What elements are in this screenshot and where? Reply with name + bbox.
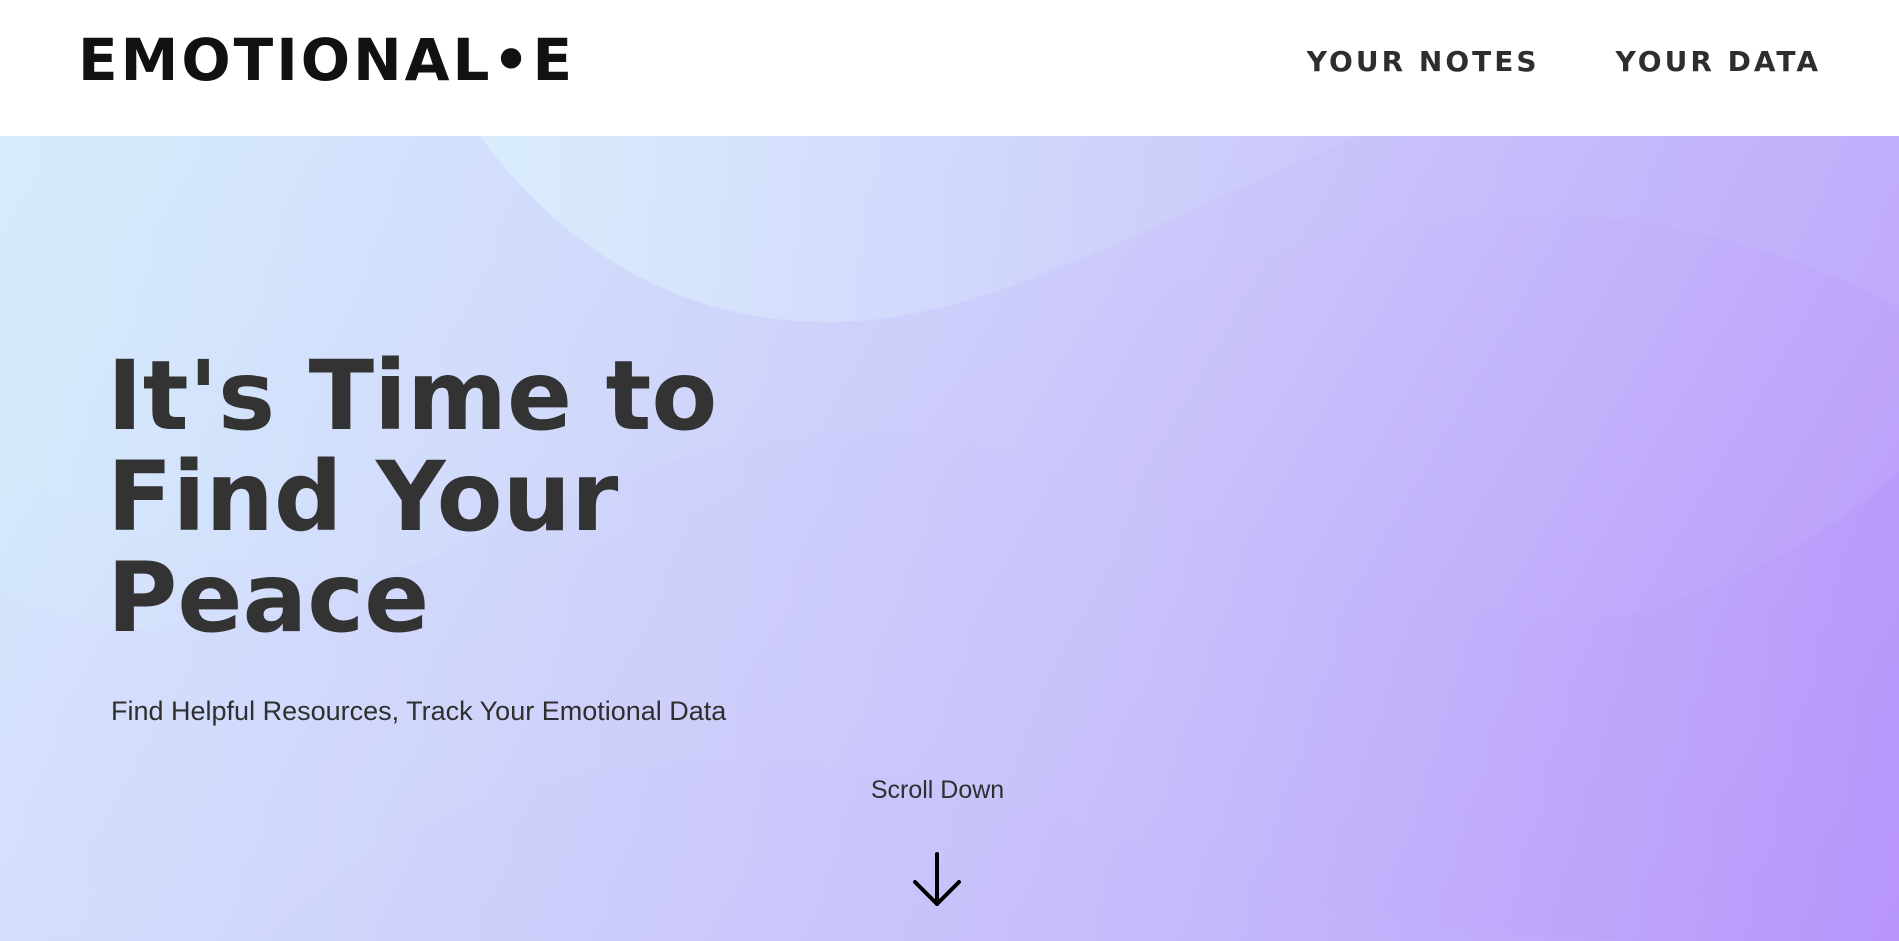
scroll-down-label: Scroll Down xyxy=(870,776,1005,804)
hero-section: It's Time to Find Your Peace Find Helpfu… xyxy=(0,136,1899,941)
main-nav: YOUR NOTES YOUR DATA xyxy=(1307,44,1821,80)
arrow-down-icon[interactable] xyxy=(911,852,963,908)
logo[interactable]: EMOTIONAL•E xyxy=(78,28,575,92)
hero-subtitle: Find Helpful Resources, Track Your Emoti… xyxy=(111,696,727,726)
nav-link-your-notes[interactable]: YOUR NOTES xyxy=(1307,44,1540,80)
site-header: EMOTIONAL•E YOUR NOTES YOUR DATA xyxy=(0,0,1899,136)
hero-headline: It's Time to Find Your Peace xyxy=(107,340,718,654)
nav-link-your-data[interactable]: YOUR DATA xyxy=(1616,44,1821,80)
